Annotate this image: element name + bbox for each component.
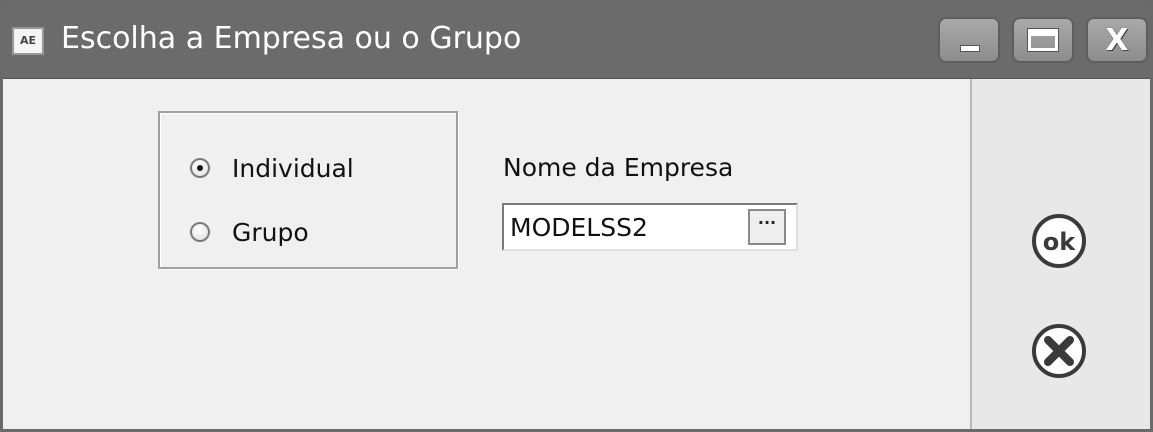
company-name-label: Nome da Empresa	[503, 153, 734, 182]
radio-label-individual[interactable]: Individual	[232, 154, 354, 183]
company-name-value[interactable]: MODELSS2	[510, 213, 648, 242]
cancel-button[interactable]	[1029, 321, 1089, 381]
dialog-window: AE Escolha a Empresa ou o Grupo X Indivi…	[0, 0, 1153, 432]
close-button[interactable]: X	[1086, 17, 1148, 63]
ok-button[interactable]: ok	[1029, 211, 1089, 271]
maximize-icon	[1027, 28, 1059, 52]
radio-option-grupo[interactable]: Grupo	[190, 215, 309, 249]
browse-button[interactable]: ···	[748, 209, 786, 245]
radio-button-individual[interactable]	[190, 158, 210, 178]
title-bar[interactable]: AE Escolha a Empresa ou o Grupo X	[3, 3, 1150, 79]
cancel-x-icon	[1032, 324, 1086, 378]
minimize-icon	[960, 45, 980, 52]
close-icon: X	[1105, 23, 1129, 58]
ok-label: ok	[1043, 228, 1076, 256]
radio-option-individual[interactable]: Individual	[190, 151, 354, 185]
minimize-button[interactable]	[938, 17, 1000, 63]
radio-label-grupo[interactable]: Grupo	[232, 218, 309, 247]
company-name-field[interactable]: MODELSS2 ···	[502, 203, 798, 251]
main-content: Individual Grupo Nome da Empresa MODELSS…	[3, 79, 970, 429]
ok-icon: ok	[1032, 214, 1086, 268]
radio-button-grupo[interactable]	[190, 222, 210, 242]
app-icon: AE	[12, 27, 44, 55]
maximize-button[interactable]	[1012, 17, 1074, 63]
window-title: Escolha a Empresa ou o Grupo	[61, 21, 522, 56]
selection-type-group: Individual Grupo	[158, 111, 458, 269]
